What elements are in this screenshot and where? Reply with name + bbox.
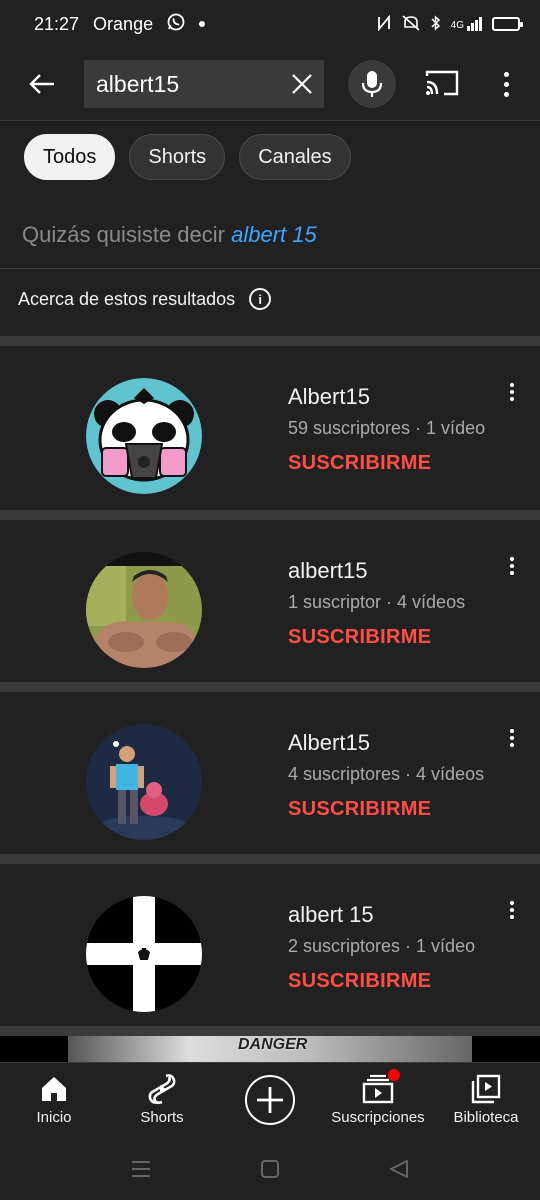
bottom-navigation: Inicio Shorts Suscripciones Biblioteca: [0, 1062, 540, 1142]
video-thumbnail-partial[interactable]: DANGER: [0, 1036, 540, 1062]
network-type: 4G: [450, 20, 464, 31]
nav-library[interactable]: Biblioteca: [450, 1063, 522, 1143]
create-button[interactable]: [245, 1075, 295, 1125]
bluetooth-icon: [431, 14, 441, 34]
section-separator: [0, 336, 540, 346]
nav-subscriptions-label: Suscripciones: [331, 1109, 425, 1126]
nfc-icon: [377, 14, 391, 34]
chip-todos[interactable]: Todos: [24, 134, 116, 180]
whatsapp-icon: [167, 13, 185, 36]
section-separator: [0, 854, 540, 864]
channel-avatar[interactable]: [86, 896, 202, 1012]
home-square-icon[interactable]: [259, 1158, 281, 1180]
nav-shorts-label: Shorts: [140, 1109, 184, 1126]
microphone-icon: [361, 71, 383, 97]
suggestion-divider: [0, 268, 540, 269]
status-time: 21:27: [34, 13, 80, 34]
more-vert-icon: [503, 71, 509, 77]
channel-more-button[interactable]: [502, 896, 522, 924]
about-results-label: Acerca de estos resultados: [18, 288, 236, 309]
channel-result[interactable]: albert 15 2 suscriptores · 1 vídeo SUSCR…: [0, 864, 540, 1026]
chip-shorts[interactable]: Shorts: [129, 134, 226, 180]
plus-icon: [257, 1087, 283, 1113]
recents-icon[interactable]: [130, 1158, 152, 1180]
more-vert-icon: [510, 557, 514, 561]
channel-meta: 1 suscriptor · 4 vídeos: [288, 592, 466, 612]
back-button[interactable]: [22, 68, 62, 100]
game-character-avatar-icon: [86, 724, 202, 840]
channel-more-button[interactable]: [502, 724, 522, 752]
suggestion-link[interactable]: albert 15: [231, 222, 317, 247]
section-separator: [0, 1026, 540, 1036]
subscribe-button[interactable]: SUSCRIBIRME: [288, 798, 431, 821]
channel-avatar[interactable]: [86, 552, 202, 668]
channel-meta: 59 suscriptores · 1 vídeo: [288, 418, 486, 438]
channel-avatar[interactable]: [86, 724, 202, 840]
system-navigation: [0, 1142, 540, 1200]
channel-result[interactable]: albert15 1 suscriptor · 4 vídeos SUSCRIB…: [0, 520, 540, 682]
more-vert-icon: [510, 729, 514, 733]
suggestion-prefix: Quizás quisiste decir: [22, 222, 225, 247]
search-query: albert15: [96, 70, 180, 97]
cast-button[interactable]: [424, 68, 464, 100]
more-vert-icon: [510, 383, 514, 387]
channel-name[interactable]: Albert15: [288, 384, 370, 410]
channel-meta: 2 suscriptores · 1 vídeo: [288, 936, 476, 956]
spelling-suggestion: Quizás quisiste decir albert 15: [22, 222, 317, 248]
thumbnail-text: DANGER: [238, 1036, 308, 1053]
signal-icon: 4G: [451, 17, 482, 31]
section-separator: [0, 510, 540, 520]
panda-mask-avatar-icon: [86, 378, 202, 494]
nav-home[interactable]: Inicio: [24, 1063, 84, 1143]
channel-more-button[interactable]: [502, 378, 522, 406]
channel-name[interactable]: albert15: [288, 558, 368, 584]
back-arrow-icon: [29, 74, 54, 94]
voice-search-button[interactable]: [348, 60, 396, 108]
search-input[interactable]: albert15: [84, 60, 324, 108]
back-triangle-icon[interactable]: [388, 1158, 410, 1180]
subscribe-button[interactable]: SUSCRIBIRME: [288, 452, 431, 475]
home-icon: [38, 1073, 70, 1105]
mute-icon: [401, 14, 421, 35]
search-header: albert15: [0, 48, 540, 120]
person-photo-avatar-icon: [86, 552, 202, 668]
nav-library-label: Biblioteca: [453, 1109, 519, 1126]
channel-result[interactable]: Albert15 59 suscriptores · 1 vídeo SUSCR…: [0, 346, 540, 508]
status-carrier: Orange: [93, 13, 154, 34]
channel-avatar[interactable]: [86, 378, 202, 494]
library-icon: [470, 1073, 502, 1105]
battery-icon: [492, 17, 523, 31]
nav-home-label: Inicio: [36, 1109, 72, 1126]
more-options-button[interactable]: [494, 68, 518, 100]
subscribe-button[interactable]: SUSCRIBIRME: [288, 626, 431, 649]
notification-badge: [388, 1069, 400, 1081]
status-bar: 21:27 Orange 4G: [0, 0, 540, 48]
channel-name[interactable]: albert 15: [288, 902, 374, 928]
channel-name[interactable]: Albert15: [288, 730, 370, 756]
close-icon: [292, 74, 312, 94]
section-separator: [0, 682, 540, 692]
clear-search-button[interactable]: [290, 72, 314, 96]
shorts-icon: [146, 1073, 178, 1105]
nav-shorts[interactable]: Shorts: [130, 1063, 194, 1143]
cast-icon: [425, 70, 459, 96]
subscribe-button[interactable]: SUSCRIBIRME: [288, 970, 431, 993]
more-vert-icon: [510, 901, 514, 905]
chip-canales[interactable]: Canales: [239, 134, 351, 180]
nav-subscriptions[interactable]: Suscripciones: [330, 1063, 426, 1143]
channel-result[interactable]: Albert15 4 suscriptores · 4 vídeos SUSCR…: [0, 692, 540, 854]
filter-chips: Todos Shorts Canales: [24, 134, 351, 180]
info-icon[interactable]: i: [249, 288, 272, 310]
about-results: Acerca de estos resultados i: [18, 288, 272, 310]
white-cross-avatar-icon: [86, 896, 202, 1012]
notification-dot-icon: [199, 21, 206, 27]
header-divider: [0, 120, 540, 121]
subscriptions-icon: [362, 1069, 400, 1105]
channel-more-button[interactable]: [502, 552, 522, 580]
channel-meta: 4 suscriptores · 4 vídeos: [288, 764, 485, 784]
